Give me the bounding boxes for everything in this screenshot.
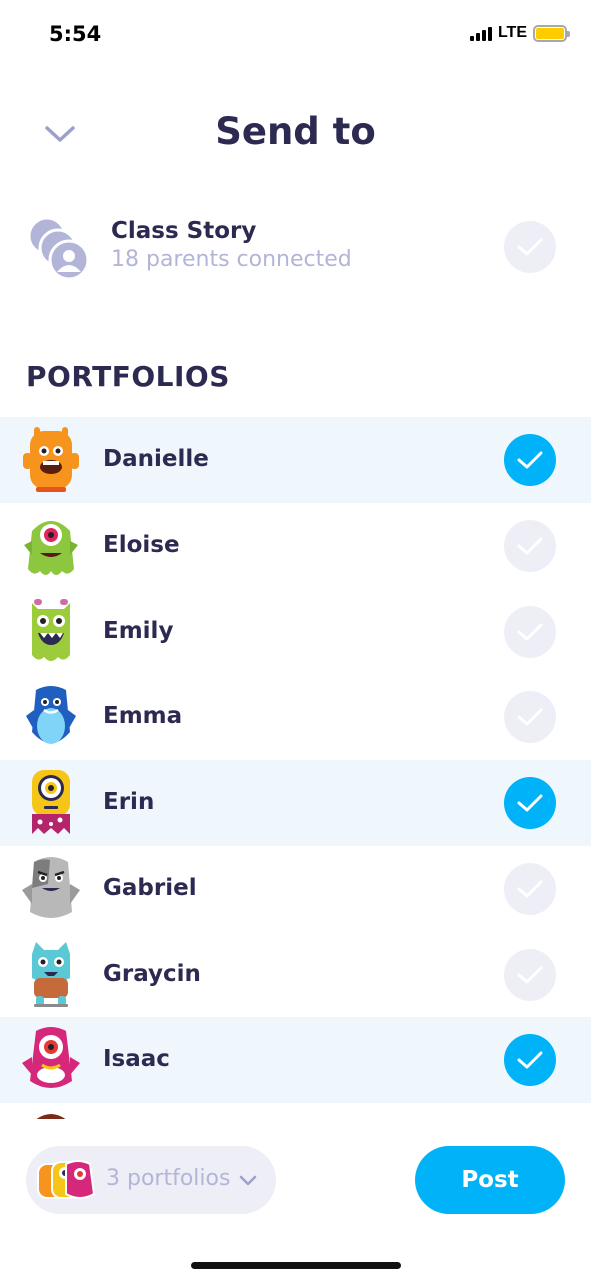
student-name: Emma <box>103 703 183 730</box>
list-item[interactable]: Gabriel <box>0 846 591 932</box>
partial-avatar-icon <box>20 1111 82 1119</box>
student-name: Emily <box>103 617 174 644</box>
home-indicator[interactable] <box>191 1262 401 1269</box>
student-checkbox[interactable] <box>504 691 556 744</box>
blue-penguin-monster-icon <box>20 682 82 752</box>
page-title: Send to <box>215 110 376 153</box>
header: Send to <box>0 100 591 170</box>
lime-monster-icon <box>20 597 82 667</box>
student-name: Isaac <box>103 1046 170 1073</box>
section-title-portfolios: PORTFOLIOS <box>26 360 230 393</box>
list-item[interactable]: Eloise <box>0 503 591 589</box>
list-item[interactable]: Isaac <box>0 1017 591 1103</box>
gray-monster-icon <box>20 854 82 924</box>
student-checkbox[interactable] <box>504 777 556 829</box>
student-checkbox[interactable] <box>504 519 556 572</box>
teal-cat-monster-icon <box>20 940 82 1010</box>
status-bar: 5:54 LTE <box>0 0 591 70</box>
student-checkbox[interactable] <box>504 862 556 915</box>
yellow-one-eyed-monster-icon <box>20 768 82 838</box>
student-name: Danielle <box>103 446 209 472</box>
status-time: 5:54 <box>49 22 102 46</box>
list-item[interactable]: Erin <box>0 760 591 846</box>
list-item[interactable]: Emily <box>0 589 591 675</box>
network-label: LTE <box>497 24 527 41</box>
student-checkbox[interactable] <box>504 1034 556 1087</box>
student-checkbox[interactable] <box>504 948 556 1001</box>
student-name: Eloise <box>103 531 180 558</box>
chevron-down-icon <box>239 1172 257 1191</box>
student-checkbox[interactable] <box>504 434 556 486</box>
class-story-checkbox[interactable] <box>504 221 556 273</box>
battery-icon <box>533 24 570 42</box>
student-list: Danielle Eloise Emily Emma Erin Gabriel … <box>0 417 591 1119</box>
student-checkbox[interactable] <box>504 605 556 658</box>
class-story-title: Class Story <box>111 218 257 244</box>
selected-avatars-icon <box>36 1160 96 1200</box>
green-one-eyed-monster-icon <box>20 511 82 581</box>
list-item[interactable]: Graycin <box>0 932 591 1018</box>
bottom-bar: 3 portfolios Post <box>0 1120 591 1280</box>
class-story-row[interactable]: Class Story 18 parents connected <box>0 208 591 288</box>
list-item-partial <box>0 1103 591 1119</box>
portfolio-count-label: 3 portfolios <box>106 1166 231 1191</box>
portfolio-selector[interactable]: 3 portfolios <box>26 1146 276 1214</box>
student-name: Erin <box>103 789 155 815</box>
signal-icon <box>469 25 492 41</box>
class-people-icon <box>27 214 93 284</box>
class-story-subtitle: 18 parents connected <box>111 247 352 272</box>
pink-one-eyed-monster-icon <box>20 1025 82 1095</box>
student-name: Graycin <box>103 960 201 987</box>
student-name: Gabriel <box>103 874 197 901</box>
post-button[interactable]: Post <box>415 1146 565 1214</box>
list-item[interactable]: Emma <box>0 674 591 760</box>
status-indicators: LTE <box>469 24 570 42</box>
orange-monster-icon <box>20 425 82 495</box>
list-item[interactable]: Danielle <box>0 417 591 503</box>
